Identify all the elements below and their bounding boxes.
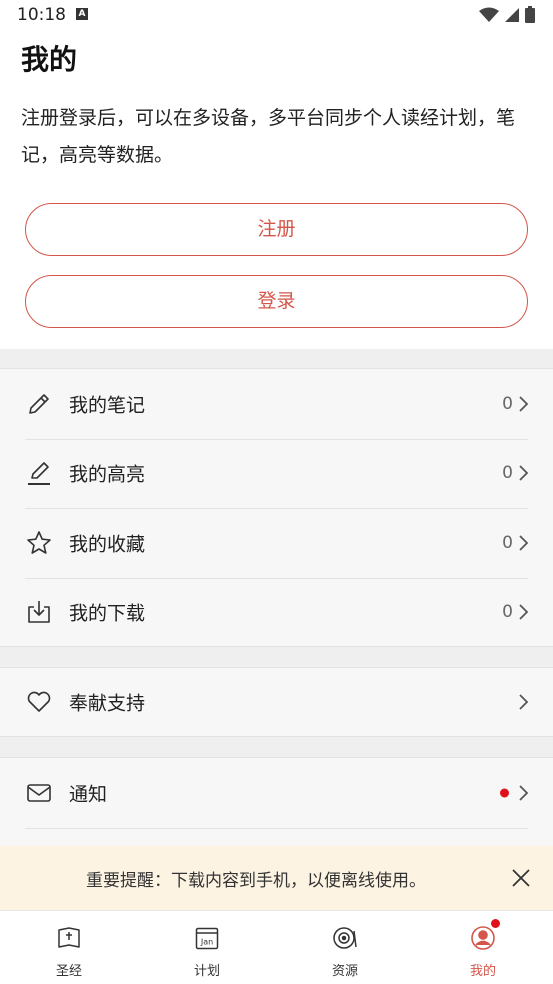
disc-icon xyxy=(333,927,357,949)
bible-icon xyxy=(58,927,80,948)
register-button[interactable]: 注册 xyxy=(25,203,528,256)
row-divider xyxy=(25,828,528,829)
offline-reminder-banner: 重要提醒：下载内容到手机，以便离线使用。 xyxy=(0,846,553,910)
status-bar: 10:18 A xyxy=(0,0,553,30)
tab-bible-label: 圣经 xyxy=(55,964,82,979)
tab-profile-label: 我的 xyxy=(469,964,496,979)
tab-resources-label: 资源 xyxy=(331,964,358,979)
highlights-label: 我的高亮 xyxy=(69,463,146,486)
chevron-right-icon xyxy=(519,785,529,801)
chevron-right-icon xyxy=(519,396,529,412)
intro-text: 注册登录后，可以在多设备，多平台同步个人读经计划，笔记，高亮等数据。 xyxy=(21,107,516,166)
downloads-count: 0 xyxy=(502,602,513,623)
notes-row[interactable]: 我的笔记 0 xyxy=(0,369,553,439)
chevron-right-icon xyxy=(519,694,529,710)
chevron-right-icon xyxy=(519,535,529,551)
login-button[interactable]: 登录 xyxy=(25,275,528,328)
star-icon xyxy=(27,530,51,554)
bottom-tab-bar: 圣经 Jan 计划 资源 我的 xyxy=(0,910,553,984)
favorites-label: 我的收藏 xyxy=(69,533,146,556)
notify-row[interactable]: 通知 xyxy=(0,758,553,828)
notify-card: 通知 xyxy=(0,757,553,857)
tab-plan-label: 计划 xyxy=(193,964,220,979)
signal-icon xyxy=(504,8,519,22)
support-row[interactable]: 奉献支持 xyxy=(0,668,553,736)
tab-bible[interactable]: 圣经 xyxy=(0,911,138,984)
downloads-row[interactable]: 我的下载 0 xyxy=(0,577,553,648)
favorites-row[interactable]: 我的收藏 0 xyxy=(0,508,553,578)
tab-resources[interactable]: 资源 xyxy=(276,911,414,984)
heart-icon xyxy=(27,691,51,712)
calendar-month: Jan xyxy=(200,938,213,947)
library-card: 我的笔记 0 我的高亮 0 我的收藏 0 我的下载 0 xyxy=(0,368,553,647)
tab-plan[interactable]: Jan 计划 xyxy=(138,911,276,984)
chevron-right-icon xyxy=(519,604,529,620)
pencil-icon xyxy=(29,393,49,414)
section-divider xyxy=(0,349,553,368)
profile-badge xyxy=(491,919,500,928)
page-title: 我的 xyxy=(21,43,78,76)
mail-icon xyxy=(27,784,51,802)
section-divider xyxy=(0,647,553,667)
notes-label: 我的笔记 xyxy=(69,394,146,417)
highlighter-icon xyxy=(28,462,50,486)
profile-icon xyxy=(471,926,495,950)
unread-dot xyxy=(500,788,509,798)
notification-a-icon: A xyxy=(76,8,88,20)
close-icon[interactable] xyxy=(511,868,531,888)
section-divider xyxy=(0,737,553,757)
banner-text: 重要提醒：下载内容到手机，以便离线使用。 xyxy=(86,871,426,891)
highlights-row[interactable]: 我的高亮 0 xyxy=(0,438,553,509)
wifi-icon xyxy=(478,7,499,22)
downloads-label: 我的下载 xyxy=(69,602,146,625)
battery-icon xyxy=(525,6,535,23)
highlights-count: 0 xyxy=(502,463,513,484)
notify-label: 通知 xyxy=(69,783,108,806)
status-time: 10:18 xyxy=(17,5,66,25)
support-label: 奉献支持 xyxy=(69,692,146,715)
support-card: 奉献支持 xyxy=(0,667,553,737)
status-icons xyxy=(478,6,535,27)
favorites-count: 0 xyxy=(502,532,513,553)
notes-count: 0 xyxy=(502,393,513,414)
download-icon xyxy=(28,601,50,624)
chevron-right-icon xyxy=(519,465,529,481)
calendar-icon: Jan xyxy=(195,927,219,950)
tab-profile[interactable]: 我的 xyxy=(414,911,552,984)
